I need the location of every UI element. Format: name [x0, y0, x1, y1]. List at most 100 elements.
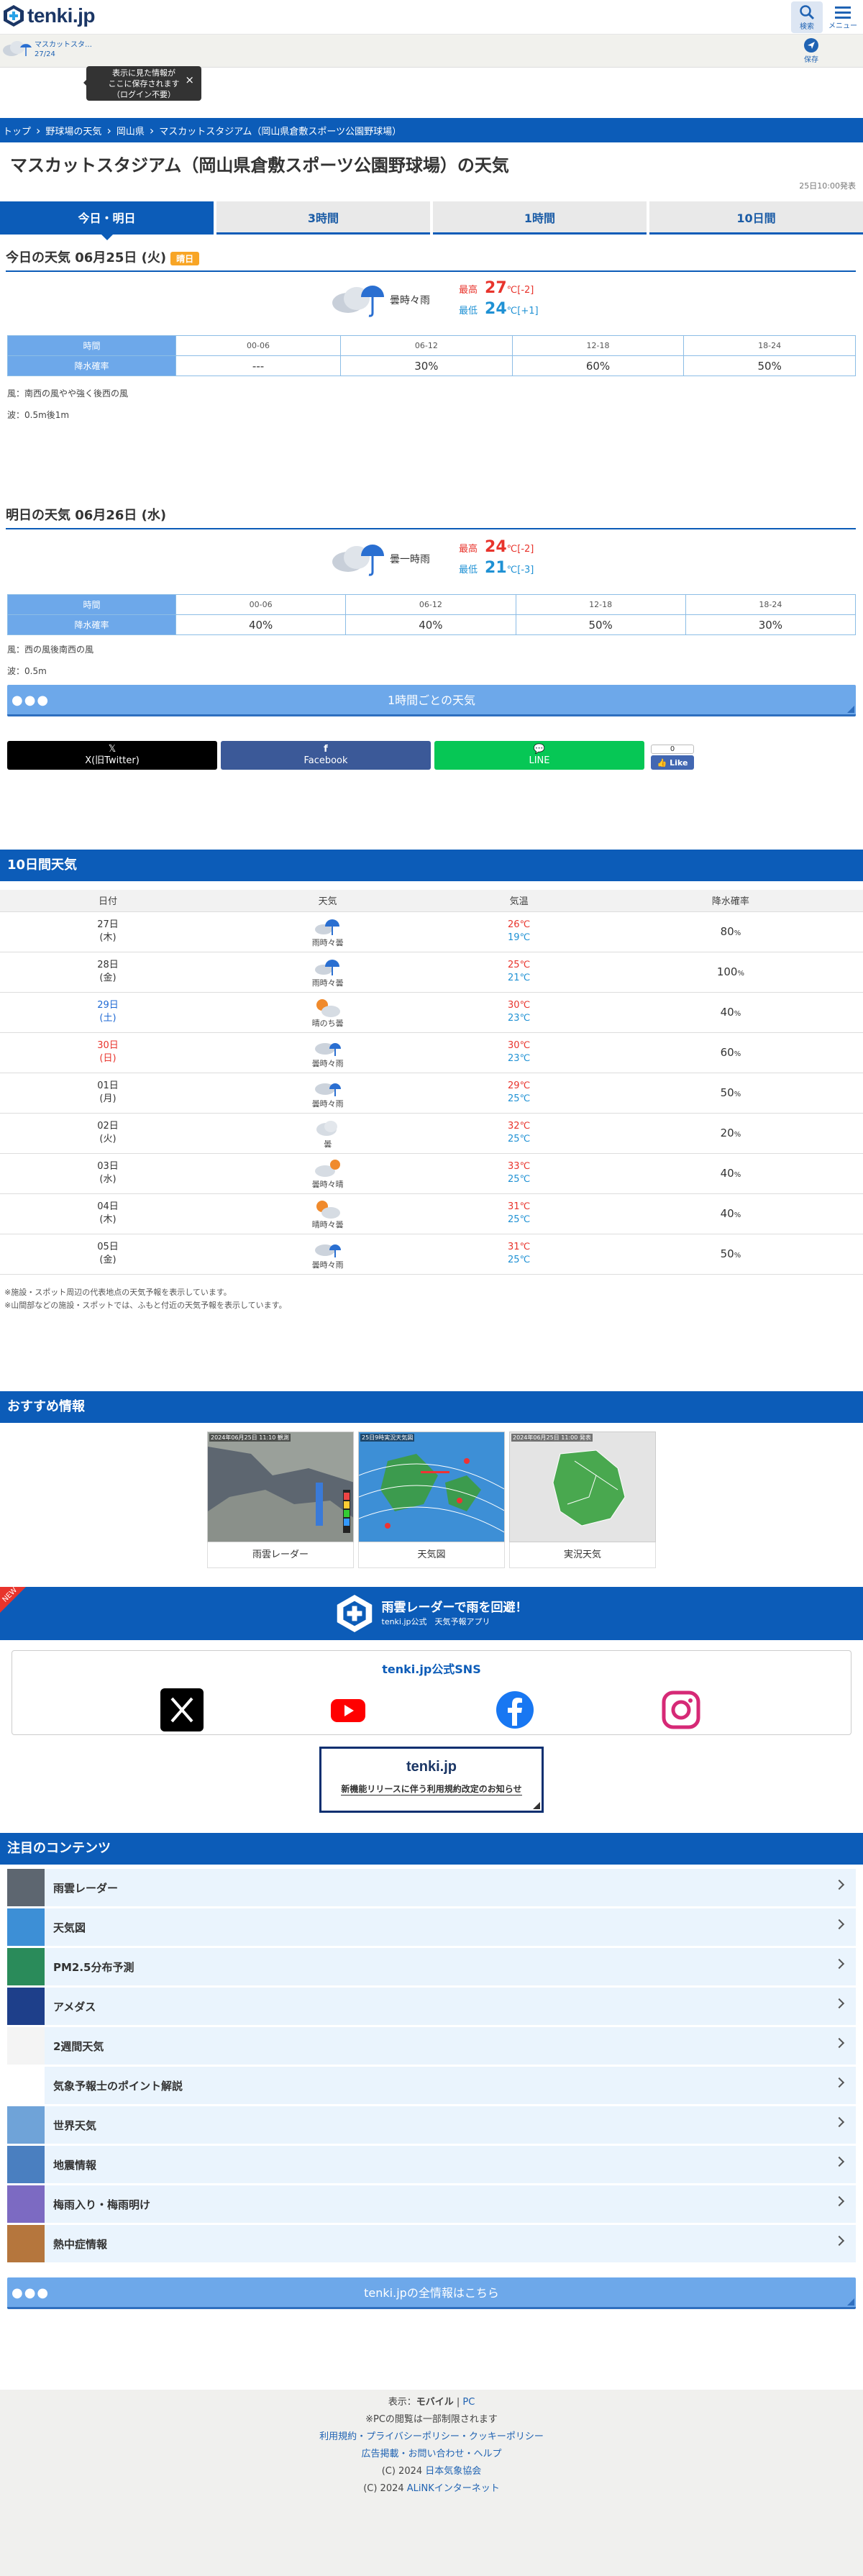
alink-link[interactable]: ALiNKインターネット — [407, 2483, 500, 2494]
facebook-link[interactable] — [493, 1688, 536, 1734]
featured-item[interactable]: 熱中症情報 — [7, 2225, 856, 2262]
tab-1hour[interactable]: 1時間 — [433, 201, 647, 235]
instagram-link[interactable] — [659, 1688, 703, 1734]
day-date: 29日 — [97, 1000, 119, 1011]
breadcrumb-top[interactable]: トップ — [3, 124, 31, 137]
high-temp: 30℃ — [508, 1040, 531, 1051]
tooltip-close-icon[interactable]: × — [185, 75, 194, 86]
cloud-rain-icon — [332, 286, 384, 317]
day-of-week: (日) — [99, 1053, 117, 1064]
featured-item[interactable]: 梅雨入り・梅雨明け — [7, 2185, 856, 2223]
menu-button[interactable]: メニュー — [827, 1, 859, 33]
featured-label: PM2.5分布予測 — [53, 1960, 134, 1974]
x-icon: 𝕏 — [108, 744, 117, 755]
save-button[interactable]: 保存 — [791, 36, 831, 65]
jwa-link[interactable]: 日本気象協会 — [425, 2466, 481, 2477]
saved-place[interactable]: マスカットスタ… 27/24 — [0, 37, 92, 60]
update-time: 25日10:00発表 — [799, 181, 856, 191]
tenki-app-icon — [337, 1595, 372, 1632]
weather-text: 雨時々曇 — [311, 938, 344, 947]
like-button[interactable]: 👍 Like — [651, 755, 694, 770]
featured-item[interactable]: 2週間天気 — [7, 2027, 856, 2065]
search-button[interactable]: 検索 — [791, 1, 823, 33]
share-facebook-button[interactable]: f Facebook — [221, 741, 431, 770]
rain-unit: % — [737, 970, 744, 978]
rain-unit: % — [734, 1091, 741, 1098]
tomorrow-rain-table: 時間 00-06 06-12 12-18 18-24 降水確率 40% 40% 50% 30% — [7, 594, 857, 635]
weather-cell: 曇 — [216, 1113, 440, 1154]
featured-item[interactable]: 世界天気 — [7, 2106, 856, 2144]
support-links[interactable]: 広告掲載・お問い合わせ・ヘルプ — [361, 2449, 501, 2459]
temp-cell: 29℃ 25℃ — [439, 1073, 598, 1114]
breadcrumb-pref[interactable]: 岡山県 — [117, 124, 145, 137]
chevron-right-icon — [834, 1919, 845, 1930]
recommend-weather-chart[interactable]: 25日9時実況天気図 天気図 — [358, 1432, 505, 1568]
high-temp: 25℃ — [508, 960, 531, 970]
featured-item[interactable]: PM2.5分布予測 — [7, 1948, 856, 1985]
breadcrumb-stadiums[interactable]: 野球場の天気 — [45, 124, 101, 137]
note-line: ※施設・スポット周辺の代表地点の天気予報を表示しています。 — [4, 1288, 232, 1297]
rain-icon — [314, 919, 339, 935]
site-logo[interactable]: tenki.jp — [3, 4, 96, 27]
weather-text: 晴のち曇 — [311, 1019, 344, 1028]
wind-text: 風：南西の風やや強く後西の風 — [7, 388, 129, 399]
rain-cell: 40% — [598, 1193, 863, 1234]
tab-10day[interactable]: 10日間 — [649, 201, 863, 235]
row-label: 時間 — [7, 335, 176, 356]
featured-thumbnail — [7, 1908, 45, 1946]
recommend-label: 雨雲レーダー — [207, 1542, 354, 1568]
hourly-weather-button[interactable]: ●●● 1時間ごとの天気 — [7, 685, 856, 716]
weather-cell: 晴のち曇 — [216, 992, 440, 1033]
featured-item[interactable]: 気象予報士のポイント解説 — [7, 2067, 856, 2104]
time-cell: 12-18 — [511, 335, 685, 356]
recommend-radar[interactable]: 2024年06月25日 11:10 観測 雨雲レーダー — [207, 1432, 354, 1568]
weather-cell: 雨時々曇 — [216, 911, 440, 952]
high-temp: 32℃ — [508, 1121, 531, 1132]
low-temp: 24 — [485, 300, 507, 318]
policy-links[interactable]: 利用規約・プライバシーポリシー・クッキーポリシー — [319, 2431, 544, 2442]
rain-unit: % — [734, 929, 741, 937]
facebook-like[interactable]: 0 👍 Like — [651, 745, 694, 770]
today-weather-text: 曇時々雨 — [390, 295, 430, 306]
featured-item[interactable]: 天気図 — [7, 1908, 856, 1946]
tomorrow-heading: 明日の天気 06月26日 (水) — [6, 505, 856, 529]
mobile-link[interactable]: モバイル — [416, 2397, 454, 2408]
all-info-button[interactable]: ●●● tenki.jpの全情報はこちら — [7, 2277, 856, 2309]
share-x-button[interactable]: 𝕏 X(旧Twitter) — [7, 741, 217, 770]
featured-label: 2週間天気 — [53, 2039, 104, 2053]
prob-cell: 40% — [175, 614, 347, 635]
live-timestamp: 2024年06月25日 11:00 発表 — [511, 1434, 593, 1442]
time-cell: 06-12 — [345, 594, 516, 615]
low-temp: 23℃ — [508, 1053, 531, 1064]
low-temp: 25℃ — [508, 1093, 531, 1104]
row-label: 降水確率 — [7, 614, 176, 635]
time-cell: 18-24 — [685, 594, 857, 615]
day-of-week: (水) — [99, 1174, 117, 1185]
instagram-icon — [662, 1690, 700, 1729]
saved-place-temp: 27/24 — [35, 50, 55, 58]
col-weather: 天気 — [216, 890, 440, 912]
tab-3hour[interactable]: 3時間 — [216, 201, 430, 235]
notice-logo: tenki.jp — [406, 1759, 457, 1775]
youtube-link[interactable] — [327, 1688, 370, 1734]
day-cell: 02日 (火) — [0, 1113, 216, 1154]
x-link[interactable] — [160, 1688, 204, 1734]
today-notes: 風：南西の風やや強く後西の風 波：0.5m後1m — [7, 383, 128, 426]
share-line-button[interactable]: 💬 LINE — [434, 741, 644, 770]
app-banner[interactable]: NEW 雨雲レーダーで雨を回避！ tenki.jp公式 天気予報アプリ — [0, 1586, 863, 1640]
weather-cell: 曇時々雨 — [216, 1234, 440, 1275]
featured-item[interactable]: 雨雲レーダー — [7, 1869, 856, 1906]
terms-notice-banner[interactable]: tenki.jp 新機能リリースに伴う利用規約改定のお知らせ — [319, 1747, 544, 1813]
low-temp: 21℃ — [508, 973, 531, 983]
cloud-rain-icon — [332, 545, 384, 576]
rain-cell: 40% — [598, 1153, 863, 1194]
featured-item[interactable]: 地震情報 — [7, 2146, 856, 2183]
dots-icon: ●●● — [12, 693, 50, 708]
recommend-live-weather[interactable]: 2024年06月25日 11:00 発表 実況天気 — [509, 1432, 656, 1568]
chevron-right-icon — [834, 2077, 845, 2088]
temp-cell: 33℃ 25℃ — [439, 1153, 598, 1194]
featured-item[interactable]: アメダス — [7, 1988, 856, 2025]
tab-today-tomorrow[interactable]: 今日・明日 — [0, 201, 214, 240]
weather-cell: 晴時々曇 — [216, 1193, 440, 1234]
pc-link[interactable]: PC — [462, 2397, 475, 2408]
